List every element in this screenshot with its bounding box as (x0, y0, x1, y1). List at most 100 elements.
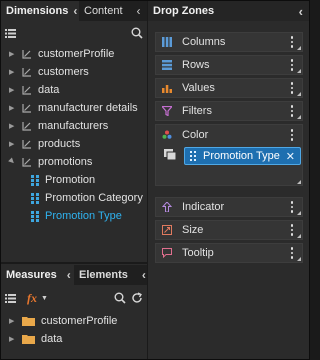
measures-tree: ▶ customerProfile ▶ data (1, 312, 147, 348)
filter-icon (162, 106, 172, 116)
folder-icon (22, 317, 35, 326)
values-icon (162, 85, 172, 93)
tree-item-label: customers (38, 66, 89, 78)
color-icon (162, 130, 172, 139)
refresh-icon[interactable] (131, 292, 143, 304)
drop-zone-color[interactable]: Color Promotion Type ✕ (155, 124, 303, 186)
tree-item-customers[interactable]: ▶ customers (1, 63, 147, 81)
tree-item-label: promotions (38, 156, 93, 168)
drop-zone-indicator[interactable]: Indicator (155, 197, 303, 217)
caret-right-icon[interactable]: ▶ (9, 122, 17, 130)
resize-corner (297, 211, 301, 215)
rows-icon (162, 60, 172, 70)
zone-label: Tooltip (182, 247, 214, 259)
columns-icon (162, 37, 172, 47)
tab-dimensions[interactable]: Dimensions ‹ (1, 1, 79, 21)
attribute-label: Promotion Category (45, 192, 143, 204)
tree-item-products[interactable]: ▶ products (1, 135, 147, 153)
caret-right-icon[interactable]: ▶ (9, 140, 17, 148)
size-icon (162, 225, 172, 235)
dimension-icon (22, 68, 31, 77)
list-view-icon[interactable] (5, 293, 16, 303)
drop-zones-header: Drop Zones ‹ (148, 1, 309, 21)
folder-label: data (41, 333, 63, 345)
chevron-left-icon[interactable]: ‹ (67, 268, 71, 282)
fx-icon[interactable]: fx (27, 291, 37, 306)
resize-corner (297, 115, 301, 119)
tab-content[interactable]: Content ‹ (79, 1, 147, 21)
search-icon[interactable] (114, 292, 126, 304)
zone-label: Rows (182, 59, 210, 71)
caret-right-icon[interactable]: ▶ (9, 104, 17, 112)
resize-corner (297, 234, 301, 238)
chip-label: Promotion Type (203, 150, 280, 162)
caret-right-icon[interactable]: ▶ (9, 86, 17, 94)
bottom-tabs: Measures ‹ Elements ‹ (1, 265, 147, 285)
panel-splitter[interactable] (1, 262, 147, 264)
tab-elements[interactable]: Elements ‹ (74, 265, 147, 285)
tree-item-data[interactable]: ▶ data (1, 81, 147, 99)
tree-item-manufacturers[interactable]: ▶ manufacturers (1, 117, 147, 135)
dimension-icon (22, 140, 31, 149)
tree-item-promotions[interactable]: ▶ promotions (1, 153, 147, 171)
drop-zone-tooltip[interactable]: Tooltip (155, 243, 303, 263)
tree-item-customerprofile[interactable]: ▶ customerProfile (1, 45, 147, 63)
drop-zone-values[interactable]: Values (155, 78, 303, 98)
dimension-icon (22, 86, 31, 95)
folder-icon (22, 335, 35, 344)
tree-item-manufacturer-details[interactable]: ▶ manufacturer details (1, 99, 147, 117)
more-options-icon[interactable] (286, 129, 298, 141)
attribute-promotion-category[interactable]: Promotion Category (1, 189, 147, 207)
drop-zone-rows[interactable]: Rows (155, 55, 303, 75)
attribute-label: Promotion Type (45, 210, 122, 222)
zone-label: Columns (182, 36, 226, 48)
attribute-icon (190, 151, 196, 161)
attribute-promotion-type[interactable]: Promotion Type (1, 207, 147, 225)
drop-zone-filters[interactable]: Filters (155, 101, 303, 121)
folder-item-data[interactable]: ▶ data (1, 330, 147, 348)
chevron-left-icon[interactable]: ‹ (73, 4, 77, 18)
resize-corner (297, 257, 301, 261)
dimension-icon (22, 122, 31, 131)
resize-corner (297, 69, 301, 73)
tree-item-label: manufacturers (38, 120, 109, 132)
zone-label: Color (182, 129, 209, 141)
tab-elements-label: Elements (79, 269, 128, 281)
dimension-icon (22, 158, 31, 167)
search-icon[interactable] (131, 27, 143, 39)
drop-zone-columns[interactable]: Columns (155, 32, 303, 52)
close-icon[interactable]: ✕ (286, 150, 295, 163)
attribute-icon (31, 192, 39, 204)
folder-item-customerprofile[interactable]: ▶ customerProfile (1, 312, 147, 330)
left-panel: Dimensions ‹ Content ‹ ▶ customerProfile… (1, 1, 147, 359)
caret-right-icon[interactable]: ▶ (9, 317, 17, 325)
field-chip-promotion-type[interactable]: Promotion Type ✕ (184, 147, 301, 165)
zone-label: Filters (182, 105, 212, 117)
caret-right-icon[interactable]: ▶ (9, 50, 17, 58)
tree-item-label: manufacturer details (38, 102, 138, 114)
chevron-left-icon[interactable]: ‹ (299, 4, 303, 19)
attribute-label: Promotion (45, 174, 96, 186)
chevron-left-icon[interactable]: ‹ (137, 4, 141, 18)
left-tabs: Dimensions ‹ Content ‹ (1, 1, 147, 21)
resize-corner (297, 92, 301, 96)
chevron-left-icon[interactable]: ‹ (142, 268, 146, 282)
dimension-icon (22, 104, 31, 113)
caret-right-icon[interactable]: ▶ (9, 335, 17, 343)
measures-toolbar: fx ▼ (1, 287, 147, 309)
dimensions-toolbar (1, 23, 147, 43)
folder-label: customerProfile (41, 315, 118, 327)
attribute-icon (31, 174, 39, 186)
caret-down-icon[interactable]: ▶ (7, 156, 18, 167)
dimensions-tree: ▶ customerProfile ▶ customers ▶ data ▶ m… (1, 45, 147, 225)
attribute-promotion[interactable]: Promotion (1, 171, 147, 189)
tab-measures-label: Measures (6, 269, 57, 281)
dropdown-caret-icon[interactable]: ▼ (41, 295, 48, 302)
drop-zone-size[interactable]: Size (155, 220, 303, 240)
drop-zones-title: Drop Zones (153, 5, 215, 17)
caret-right-icon[interactable]: ▶ (9, 68, 17, 76)
list-view-icon[interactable] (5, 28, 16, 38)
tree-item-label: customerProfile (38, 48, 115, 60)
drag-handle-icon[interactable] (164, 149, 176, 160)
tab-measures[interactable]: Measures ‹ (1, 265, 74, 285)
